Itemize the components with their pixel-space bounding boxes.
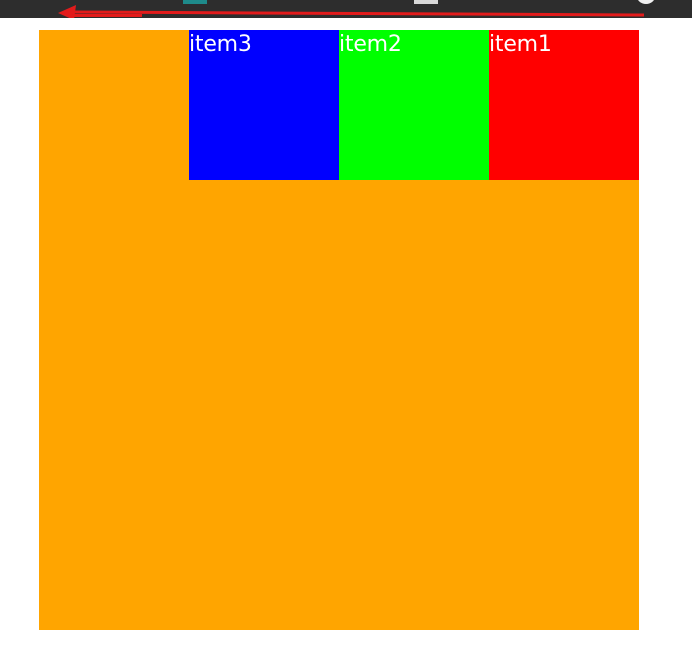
item-box-1: item1	[489, 30, 639, 180]
item-box-2: item2	[339, 30, 489, 180]
item-label: item3	[189, 32, 252, 57]
flex-container: item3 item2 item1	[39, 30, 639, 630]
item-box-3: item3	[189, 30, 339, 180]
item-label: item1	[489, 32, 552, 57]
item-label: item2	[339, 32, 402, 57]
top-toolbar-strip	[0, 0, 692, 18]
annotation-arrow-icon	[58, 5, 645, 18]
